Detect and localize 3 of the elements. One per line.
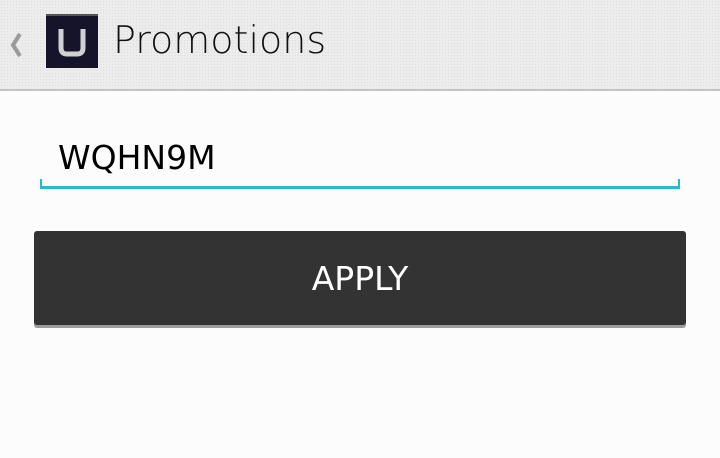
screen-title: Promotions [113,18,326,62]
app-logo-icon[interactable] [46,14,98,68]
apply-button[interactable]: APPLY [34,231,686,325]
